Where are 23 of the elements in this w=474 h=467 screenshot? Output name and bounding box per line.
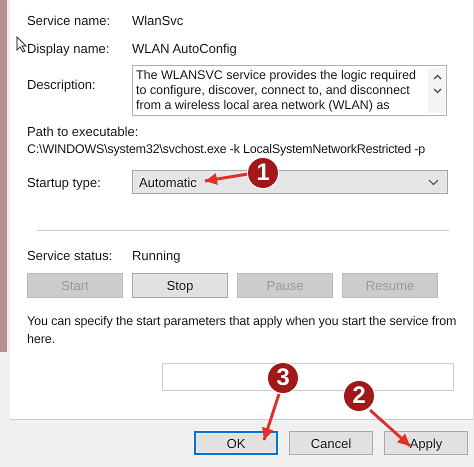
dialog-button[interactable]: OK: [194, 431, 278, 455]
hint-text: You can specify the start parameters that apply when you start the service from here.: [27, 313, 458, 348]
mouse-cursor-icon: [16, 36, 27, 53]
field-label: Startup type:: [27, 174, 102, 190]
dialog-button[interactable]: Cancel: [289, 431, 373, 455]
field-value: Running: [132, 248, 180, 262]
field-value: WlanSvc: [132, 12, 184, 28]
annotation-arrow: [262, 394, 280, 440]
dialog-button[interactable]: Apply: [384, 431, 468, 455]
scroll-up-icon[interactable]: [432, 74, 442, 80]
field-label: Service status:: [27, 248, 114, 262]
annotation-arrow: [369, 408, 411, 448]
field-label: Description:: [27, 77, 97, 92]
field-value: WLAN AutoConfig: [132, 40, 237, 56]
annotation-arrow: [204, 172, 248, 185]
scroll-down-icon[interactable]: [432, 88, 442, 94]
description-box: The WLANSVC service provides the logic required to configure, discover, connect to, and disconnect from a wireless local area network (WLAN) as: [132, 65, 447, 116]
field-label: Display name:: [27, 40, 110, 56]
chevron-down-icon: [428, 178, 439, 186]
service-button[interactable]: Stop: [132, 273, 228, 298]
field-value: C:\WINDOWS\system32\svchost.exe -k LocalSystemNetworkRestricted -p: [27, 142, 426, 156]
field-label: Path to executable:: [27, 124, 140, 139]
field-label: Service name:: [27, 12, 112, 28]
